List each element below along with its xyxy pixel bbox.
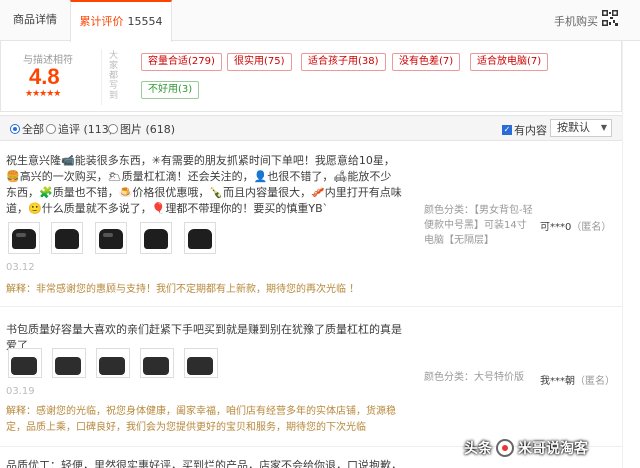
reviewer-anon: （匿名） <box>575 376 615 387</box>
tab-reviews[interactable]: 累计评价 15554 <box>70 0 172 42</box>
tag-capacity[interactable]: 容量合适(279) <box>141 53 222 71</box>
tag-heading: 大家都写到 <box>109 51 119 101</box>
tab-product-details[interactable]: 商品详情 <box>0 0 70 41</box>
bag-image-icon <box>143 357 169 375</box>
reviewer-nick: 可***0 <box>540 222 572 233</box>
reviewer-nick: 我***朝 <box>540 376 575 387</box>
filter-photos-label: 图片 (618) <box>120 123 176 136</box>
review-photo[interactable] <box>184 348 218 378</box>
watermark-logo-icon <box>496 439 514 457</box>
bag-image-icon <box>55 229 79 249</box>
scrollbar[interactable] <box>622 41 640 468</box>
review-text: 品质优工：轻便，里然很实惠好评，买到烂的产品，店家不会给你退，口说抱歉，轻便的一… <box>6 459 402 468</box>
review-date: 03.19 <box>6 386 35 397</box>
bag-image-icon <box>144 229 168 249</box>
filter-followup-label: 追评 (113) <box>58 123 114 136</box>
filter-photos-radio[interactable]: 图片 (618) <box>108 121 175 137</box>
bag-image-icon <box>187 357 213 375</box>
bag-image-icon <box>12 229 36 249</box>
review-separator <box>0 306 622 307</box>
filter-all-radio[interactable]: 全部 <box>10 121 44 137</box>
reviewer-name: 可***0（匿名） <box>540 218 611 233</box>
watermark: 头条 米哥说淘客 <box>464 433 640 463</box>
rating-score: 4.8 <box>29 64 60 89</box>
tag-kids[interactable]: 适合孩子用(38) <box>301 53 386 71</box>
reviewer-anon: （匿名） <box>571 222 612 233</box>
has-content-label: 有内容 <box>514 124 547 137</box>
tag-practical[interactable]: 很实用(75) <box>227 53 292 71</box>
has-content-checkbox[interactable]: ✓ 有内容 <box>502 122 547 138</box>
review-photo[interactable] <box>95 222 127 254</box>
chevron-down-icon: ▼ <box>600 123 607 132</box>
review-photo[interactable] <box>52 348 86 378</box>
review-photo[interactable] <box>8 348 42 378</box>
review-photo[interactable] <box>140 222 172 254</box>
tag-no-color-diff[interactable]: 没有色差(7) <box>392 53 461 71</box>
bag-image-icon <box>11 357 37 375</box>
watermark-prefix: 头条 <box>464 441 492 457</box>
seller-reply: 解释：感谢您的光临，祝您身体健康，阖家幸福，咱们店有经营多年的实体店铺，货源稳定… <box>6 406 396 433</box>
rating-stars: ★★★★★ <box>25 89 61 99</box>
bag-image-icon <box>188 229 212 249</box>
tag-laptop[interactable]: 适合放电脑(7) <box>470 53 549 71</box>
tab-bar: 商品详情 累计评价 15554 手机购买 <box>0 0 640 42</box>
filter-all-label: 全部 <box>22 123 44 136</box>
checkmark-icon: ✓ <box>502 125 512 135</box>
radio-icon <box>108 124 118 134</box>
qr-code-icon[interactable] <box>602 10 618 26</box>
review-color-class: 颜色分类：【男女背包-轻便款中号黑】可装14寸电脑【无隔层】 <box>424 205 533 246</box>
review-photo[interactable] <box>140 348 174 378</box>
review-filter-bar: 全部 追评 (113) 图片 (618) ✓ 有内容 按默认 ▼ <box>0 115 622 141</box>
sort-dropdown[interactable]: 按默认 ▼ <box>550 119 612 137</box>
bag-image-icon <box>99 357 125 375</box>
watermark-name: 米哥说淘客 <box>518 441 588 457</box>
review-photo[interactable] <box>184 222 216 254</box>
review-photo[interactable] <box>8 222 40 254</box>
bag-image-icon <box>55 357 81 375</box>
tab-reviews-label: 累计评价 <box>79 15 124 28</box>
summary-divider <box>101 49 102 105</box>
tab-reviews-count: 15554 <box>127 15 163 28</box>
seller-reply: 解释：非常感谢您的惠顾与支持！我们不定期都有上新款，期待您的再次光临 ！ <box>6 284 360 295</box>
review-photo[interactable] <box>51 222 83 254</box>
review-photo[interactable] <box>96 348 130 378</box>
rating-summary: 与描述相符 4.8 ★★★★★ 大家都写到 容量合适(279) 很实用(75) … <box>0 41 622 112</box>
reviewer-name: 我***朝（匿名） <box>540 372 615 387</box>
bag-image-icon <box>99 229 123 249</box>
mobile-buy-link[interactable]: 手机购买 <box>554 13 598 29</box>
radio-icon <box>46 124 56 134</box>
radio-selected-icon <box>10 124 20 134</box>
review-date: 03.12 <box>6 262 35 273</box>
sort-label: 按默认 <box>557 121 590 134</box>
filter-followup-radio[interactable]: 追评 (113) <box>46 121 113 137</box>
tag-not-useful[interactable]: 不好用(3) <box>141 81 200 99</box>
review-text: 祝生意兴隆📹能装很多东西，✳有需要的朋友抓紧时间下单吧！我愿意给10星，🍔高兴的… <box>6 154 402 215</box>
review-color-class: 颜色分类：大号特价版 <box>424 372 524 383</box>
